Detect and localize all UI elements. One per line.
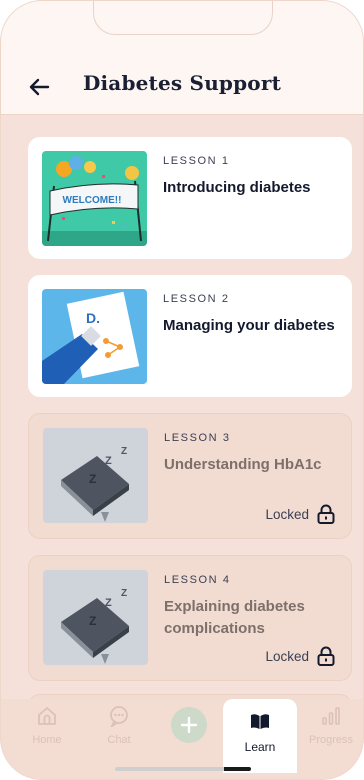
lesson-thumbnail: WELCOME!! <box>42 151 147 246</box>
lesson-thumbnail: D. <box>42 289 147 384</box>
locked-indicator: Locked <box>265 646 335 666</box>
phone-frame: Diabetes Support WELCOME!! LESSON 1 Intr… <box>0 0 364 780</box>
bar-chart-icon <box>322 707 340 725</box>
lesson-thumbnail: Z Z Z <box>43 570 148 665</box>
lock-icon <box>317 504 335 524</box>
tab-chat[interactable]: Chat <box>89 705 149 757</box>
document-pen-image: D. <box>42 289 147 384</box>
lesson-card-2[interactable]: D. LESSON 2 Managing your diabetes <box>28 275 352 397</box>
lesson-card-1[interactable]: WELCOME!! LESSON 1 Introducing diabetes <box>28 137 352 259</box>
device-notch <box>93 1 273 35</box>
lesson-title: Understanding HbA1c <box>164 456 322 473</box>
bottom-tab-bar: Home Chat Learn Progress <box>1 699 363 779</box>
add-button[interactable] <box>171 707 207 743</box>
sleeping-book-image: Z Z Z <box>43 428 148 523</box>
tab-label: Learn <box>244 740 276 754</box>
svg-text:Z: Z <box>105 597 112 609</box>
lesson-title: Introducing diabetes <box>163 179 311 196</box>
locked-indicator: Locked <box>265 504 335 524</box>
svg-text:Z: Z <box>121 588 127 599</box>
tab-label: Chat <box>107 734 131 746</box>
thumbnail-text: WELCOME!! <box>63 195 122 206</box>
app-header: Diabetes Support <box>1 1 363 115</box>
lesson-title: Explaining diabetes complications <box>164 598 305 637</box>
tab-progress[interactable]: Progress <box>301 705 361 757</box>
home-icon <box>38 707 56 725</box>
lesson-thumbnail: Z Z Z <box>43 428 148 523</box>
welcome-banner-image: WELCOME!! <box>42 151 147 246</box>
chat-icon <box>109 706 128 729</box>
book-icon <box>251 714 269 729</box>
tab-home[interactable]: Home <box>17 705 77 757</box>
svg-text:Z: Z <box>121 446 127 457</box>
tab-label: Home <box>32 734 62 746</box>
lesson-number: LESSON 2 <box>163 293 230 305</box>
svg-text:Z: Z <box>89 614 96 628</box>
lesson-number: LESSON 1 <box>163 155 230 167</box>
tab-label: Progress <box>308 734 354 746</box>
sleeping-book-image: Z Z Z <box>43 570 148 665</box>
svg-text:Z: Z <box>105 455 112 467</box>
lesson-card-3[interactable]: Z Z Z LESSON 3 Understanding HbA1c Locke… <box>28 413 352 539</box>
lesson-title: Managing your diabetes <box>163 317 335 334</box>
thumbnail-text: D. <box>86 310 100 326</box>
lock-icon <box>317 646 335 666</box>
page-title: Diabetes Support <box>82 71 282 95</box>
locked-label: Locked <box>265 648 309 664</box>
lesson-card-4[interactable]: Z Z Z LESSON 4 Explaining diabetes compl… <box>28 555 352 681</box>
svg-text:Z: Z <box>89 472 96 486</box>
lesson-number: LESSON 3 <box>164 432 231 444</box>
home-indicator <box>115 767 251 771</box>
plus-icon <box>180 716 198 734</box>
locked-label: Locked <box>265 506 309 522</box>
lesson-number: LESSON 4 <box>164 574 231 586</box>
tab-learn[interactable]: Learn <box>223 699 297 773</box>
